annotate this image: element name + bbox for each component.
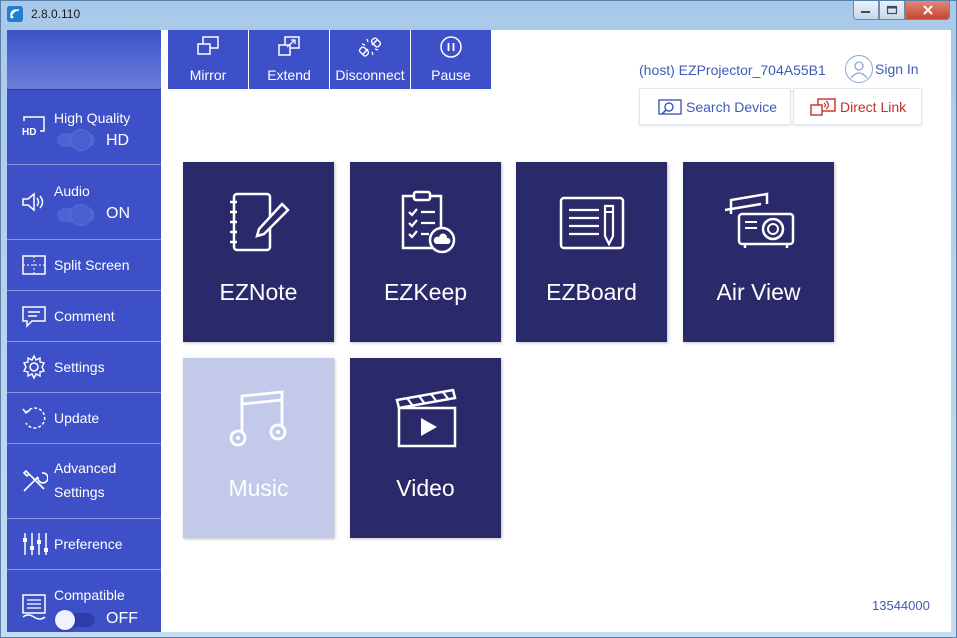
main-client-area: HD High Quality HD Audio ON Split Screen [7, 30, 951, 632]
maximize-button[interactable] [879, 1, 905, 20]
mirror-icon [195, 34, 221, 60]
compatible-icon [20, 592, 48, 620]
high-quality-toggle[interactable] [57, 130, 95, 150]
notebook-pen-icon [183, 190, 334, 256]
tile-label: EZBoard [546, 279, 637, 305]
sidebar-item-label: Compatible [54, 587, 125, 603]
sidebar-item-label: Audio [54, 183, 90, 199]
board-pencil-icon [516, 190, 667, 256]
toggle-knob [71, 130, 91, 150]
disconnect-label: Disconnect [335, 67, 405, 83]
tile-video[interactable]: Video [350, 358, 501, 538]
hd-icon: HD [20, 113, 48, 141]
toggle-knob [55, 610, 75, 630]
tools-icon [20, 467, 48, 495]
svg-text:HD: HD [22, 127, 36, 138]
title-bar[interactable]: 2.8.0.110 [1, 1, 956, 29]
music-note-icon [183, 386, 334, 452]
build-number: 13544000 [872, 598, 930, 613]
host-name: (host) EZProjector_704A55B1 [639, 62, 826, 78]
minimize-button[interactable] [853, 1, 879, 20]
direct-link-label: Direct Link [840, 98, 907, 115]
tile-eznote[interactable]: EZNote [183, 162, 334, 342]
speaker-icon [20, 188, 48, 216]
direct-link-icon [810, 97, 836, 116]
sidebar-item-update[interactable]: Update [7, 393, 161, 444]
sidebar-item-label: Preference [54, 536, 123, 552]
user-icon [845, 55, 873, 83]
audio-toggle[interactable] [57, 205, 95, 225]
search-device-icon [658, 98, 682, 116]
sidebar-item-label-line2: Settings [54, 484, 105, 500]
sidebar-item-label: Settings [54, 359, 105, 375]
tile-air-view[interactable]: Air View [683, 162, 834, 342]
window-title: 2.8.0.110 [31, 7, 81, 21]
sidebar-item-split-screen[interactable]: Split Screen [7, 240, 161, 291]
tile-ezboard[interactable]: EZBoard [516, 162, 667, 342]
toggle-knob [71, 205, 91, 225]
comment-icon [20, 302, 48, 330]
sidebar-item-comment[interactable]: Comment [7, 291, 161, 342]
sidebar-header [7, 30, 161, 90]
sidebar-item-label: Update [54, 410, 100, 426]
sign-in-button[interactable]: Sign In [845, 55, 919, 83]
sidebar-item-advanced-settings[interactable]: Advanced Settings [7, 444, 161, 519]
tile-label: EZNote [219, 279, 298, 305]
sidebar-item-preference[interactable]: Preference [7, 519, 161, 570]
sidebar-item-label-line1: Advanced [54, 460, 117, 476]
clipboard-cloud-icon [350, 190, 501, 256]
tile-label: Video [396, 475, 455, 501]
mirror-button[interactable]: Mirror [168, 30, 248, 89]
sidebar-item-high-quality[interactable]: HD High Quality HD [7, 90, 161, 165]
split-screen-icon [20, 251, 48, 279]
projector-icon [683, 190, 834, 256]
sidebar-item-label: High Quality [54, 110, 131, 126]
pause-label: Pause [431, 67, 471, 83]
disconnect-icon [357, 34, 383, 60]
search-device-label: Search Device [686, 98, 778, 115]
sidebar-item-compatible[interactable]: Compatible OFF [7, 570, 161, 632]
disconnect-button[interactable]: Disconnect [330, 30, 410, 89]
audio-value: ON [106, 205, 130, 222]
compatible-value: OFF [106, 610, 138, 627]
compatible-toggle[interactable] [55, 610, 95, 630]
pause-icon [438, 34, 464, 60]
sign-in-label: Sign In [875, 61, 919, 77]
sidebar-item-label: Comment [54, 308, 115, 324]
mirror-label: Mirror [189, 67, 227, 83]
clapperboard-icon [350, 386, 501, 452]
window-controls [853, 1, 950, 20]
sidebar-item-label: Split Screen [54, 257, 130, 273]
high-quality-value: HD [106, 132, 130, 149]
top-toolbar: Mirror Extend Disconnect Pause [168, 30, 492, 89]
direct-link-button[interactable]: Direct Link [793, 88, 922, 125]
update-icon [20, 404, 48, 432]
extend-icon [276, 34, 302, 60]
extend-label: Extend [267, 67, 311, 83]
tile-music[interactable]: Music [183, 358, 334, 538]
gear-icon [20, 353, 48, 381]
sidebar: HD High Quality HD Audio ON Split Screen [7, 30, 161, 632]
tile-ezkeep[interactable]: EZKeep [350, 162, 501, 342]
search-device-button[interactable]: Search Device [639, 88, 791, 125]
sidebar-item-settings[interactable]: Settings [7, 342, 161, 393]
sliders-icon [20, 530, 48, 558]
tile-label: EZKeep [383, 279, 468, 305]
tile-label: Music [228, 475, 289, 501]
close-button[interactable] [905, 1, 950, 20]
tile-label: Air View [716, 279, 801, 305]
extend-button[interactable]: Extend [249, 30, 329, 89]
sidebar-item-audio[interactable]: Audio ON [7, 165, 161, 240]
app-window: 2.8.0.110 HD High Quality HD Audio ON Sp… [0, 0, 957, 638]
app-logo-icon [7, 6, 23, 22]
pause-button[interactable]: Pause [411, 30, 491, 89]
